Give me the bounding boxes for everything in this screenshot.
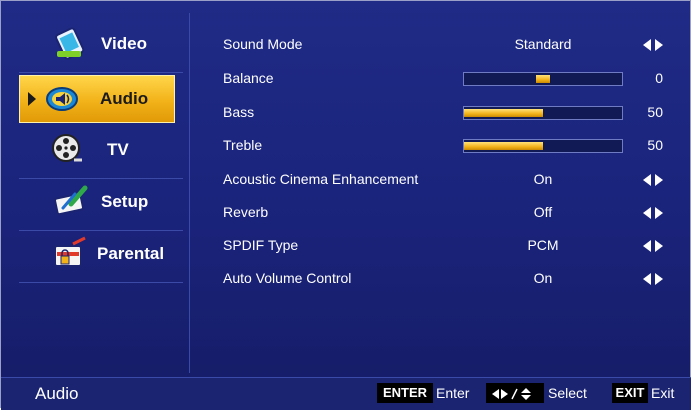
exit-hint: Exit — [651, 385, 675, 401]
menu-item-audio[interactable]: Audio — [19, 75, 175, 123]
setting-label: SPDIF Type — [223, 237, 299, 253]
setting-row-spdif-type[interactable]: SPDIF Type PCM — [223, 232, 673, 260]
menu-divider — [19, 72, 183, 73]
setting-label: Balance — [223, 70, 274, 86]
setting-number: 50 — [647, 104, 663, 120]
left-right-arrows-icon[interactable] — [643, 273, 663, 285]
menu-item-tv[interactable]: TV — [9, 127, 187, 179]
menu-label-tv: TV — [107, 140, 129, 159]
setting-label: Sound Mode — [223, 36, 303, 52]
treble-slider-fill — [464, 142, 543, 150]
setting-label: Acoustic Cinema Enhancement — [223, 171, 419, 187]
tv-osd-screen: Video Audio TV Setup Parental Sound Mode… — [0, 0, 691, 410]
bass-slider[interactable] — [463, 106, 623, 120]
setting-label: Reverb — [223, 204, 269, 220]
menu-label-parental: Parental — [97, 244, 165, 263]
setting-row-sound-mode[interactable]: Sound Mode Standard — [223, 31, 673, 59]
menu-label-audio: Audio — [100, 89, 149, 108]
exit-key: EXIT — [612, 383, 648, 403]
footer-title: Audio — [35, 384, 79, 403]
left-right-arrows-icon[interactable] — [643, 207, 663, 219]
menu-item-parental[interactable]: Parental — [9, 231, 187, 283]
setting-value: Standard — [514, 36, 572, 52]
setting-label: Bass — [223, 104, 255, 120]
setting-number: 50 — [647, 137, 663, 153]
speaker-icon — [44, 81, 80, 117]
selected-arrow-icon — [28, 92, 36, 106]
treble-slider[interactable] — [463, 139, 623, 153]
select-hint: Select — [548, 385, 587, 401]
menu-item-video[interactable]: Video — [9, 21, 187, 73]
main-menu: Video Audio TV Setup Parental — [9, 13, 187, 373]
setting-row-auto-volume[interactable]: Auto Volume Control On — [223, 265, 673, 293]
menu-label-video: Video — [101, 34, 147, 53]
bass-slider-fill — [464, 109, 543, 117]
setup-tools-icon — [53, 183, 89, 219]
left-right-arrows-icon[interactable] — [643, 240, 663, 252]
left-right-arrows-icon[interactable] — [643, 174, 663, 186]
left-right-arrows-icon[interactable] — [643, 39, 663, 51]
enter-hint: Enter — [436, 385, 470, 401]
balance-slider[interactable] — [463, 72, 623, 86]
panel-divider — [189, 13, 190, 373]
balance-slider-knob[interactable] — [536, 75, 550, 83]
enter-key: ENTER — [377, 383, 433, 403]
setting-value: PCM — [527, 237, 559, 253]
setting-row-bass[interactable]: Bass 50 — [223, 99, 673, 127]
setting-row-reverb[interactable]: Reverb Off — [223, 199, 673, 227]
film-reel-icon — [49, 131, 85, 167]
footer-bar: Audio ENTER Enter Select EXIT Exit — [1, 377, 691, 410]
setting-value: On — [533, 171, 553, 187]
navigate-arrows-icon — [492, 387, 531, 400]
menu-divider — [19, 282, 183, 283]
setting-row-treble[interactable]: Treble 50 — [223, 132, 673, 160]
video-icon — [53, 26, 89, 62]
menu-label-setup: Setup — [101, 192, 149, 211]
parental-lock-icon — [53, 235, 89, 271]
menu-item-setup[interactable]: Setup — [9, 179, 187, 231]
navigate-key — [486, 383, 544, 403]
setting-value: Off — [533, 204, 553, 220]
setting-label: Treble — [223, 137, 263, 153]
setting-label: Auto Volume Control — [223, 270, 352, 286]
setting-row-acoustic-cinema[interactable]: Acoustic Cinema Enhancement On — [223, 166, 673, 194]
setting-row-balance[interactable]: Balance 0 — [223, 65, 673, 93]
setting-number: 0 — [655, 70, 663, 86]
setting-value: On — [533, 270, 553, 286]
